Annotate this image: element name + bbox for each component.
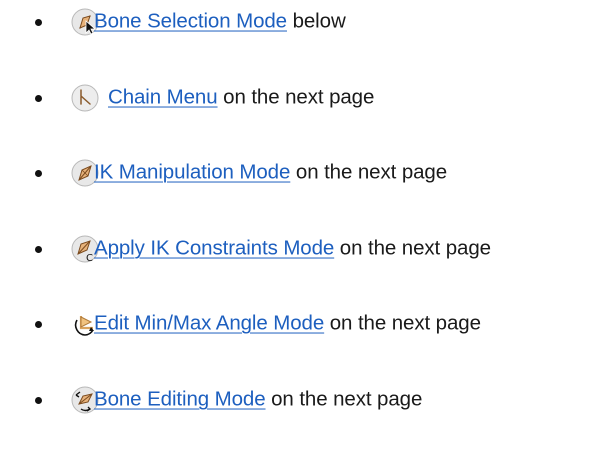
list-item-bone-selection-mode: Bone Selection Mode below bbox=[0, 2, 612, 42]
chain-menu-link[interactable]: Chain Menu bbox=[108, 86, 218, 109]
bullet bbox=[35, 95, 42, 102]
chain-menu-icon bbox=[71, 84, 99, 112]
bullet bbox=[35, 170, 42, 177]
bullet bbox=[35, 397, 42, 404]
item-suffix: on the next page bbox=[290, 160, 448, 184]
item-text: Bone Editing Mode on the next page bbox=[94, 388, 422, 412]
item-suffix: on the next page bbox=[334, 236, 491, 260]
bullet bbox=[35, 321, 42, 328]
list-item-apply-ik-constraints-mode: C Apply IK Constraints Mode on the next … bbox=[0, 229, 612, 269]
list-item-bone-editing-mode: Bone Editing Mode on the next page bbox=[0, 380, 612, 420]
ik-manipulation-mode-link[interactable]: IK Manipulation Mode bbox=[94, 161, 290, 184]
list-item-ik-manipulation-mode: IK Manipulation Mode on the next page bbox=[0, 153, 612, 193]
item-text: IK Manipulation Mode on the next page bbox=[94, 161, 447, 185]
item-suffix: below bbox=[286, 9, 346, 33]
bullet bbox=[35, 246, 42, 253]
bone-selection-mode-link[interactable]: Bone Selection Mode bbox=[94, 10, 287, 33]
list-item-chain-menu: Chain Menu on the next page bbox=[0, 78, 612, 118]
item-text: Bone Selection Mode below bbox=[94, 10, 346, 34]
item-text: Edit Min/Max Angle Mode on the next page bbox=[94, 312, 481, 336]
bone-editing-mode-link[interactable]: Bone Editing Mode bbox=[94, 388, 266, 411]
apply-ik-constraints-mode-link[interactable]: Apply IK Constraints Mode bbox=[94, 237, 334, 260]
list-item-edit-min-max-angle-mode: Edit Min/Max Angle Mode on the next page bbox=[0, 304, 612, 344]
bullet bbox=[35, 19, 42, 26]
item-suffix: on the next page bbox=[324, 311, 481, 335]
edit-min-max-angle-mode-link[interactable]: Edit Min/Max Angle Mode bbox=[94, 312, 324, 335]
svg-text:C: C bbox=[86, 253, 93, 263]
item-suffix: on the next page bbox=[265, 387, 423, 411]
item-text: Apply IK Constraints Mode on the next pa… bbox=[94, 237, 491, 261]
item-text: Chain Menu on the next page bbox=[108, 86, 374, 110]
item-suffix: on the next page bbox=[217, 85, 375, 109]
